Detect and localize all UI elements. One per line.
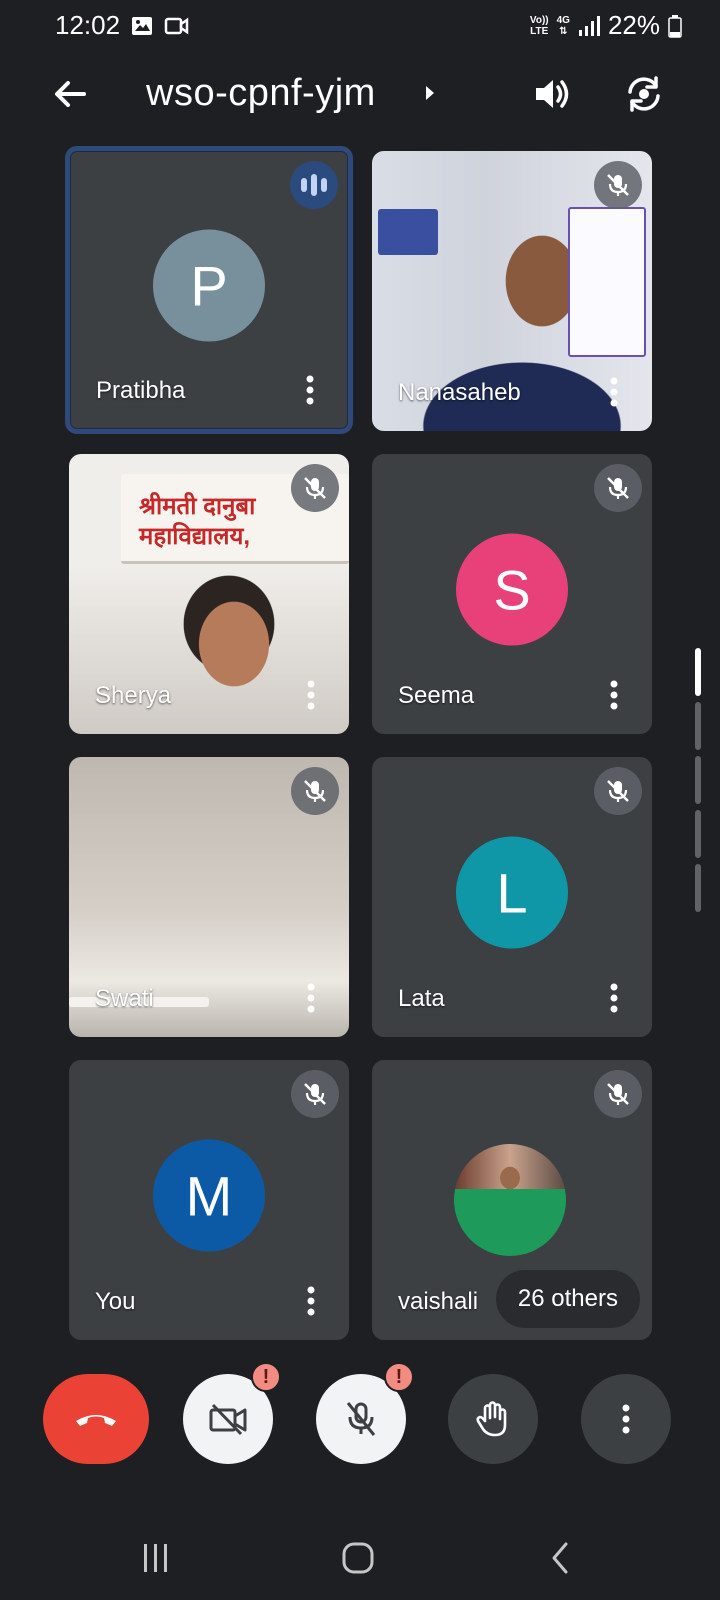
wall-poster (378, 209, 438, 255)
signal-icon (578, 15, 600, 36)
participant-name: Sherya (95, 682, 172, 709)
mic-off-icon (291, 1070, 339, 1118)
network-gen-indicator: 4G ⇅ (556, 14, 570, 37)
scroll-segment (695, 702, 701, 750)
hand-icon (476, 1401, 507, 1437)
participant-tile-lata[interactable]: L Lata (372, 757, 652, 1037)
mic-off-icon (346, 1402, 376, 1436)
warning-badge: ! (251, 1362, 281, 1392)
participant-tile-seema[interactable]: S Seema (372, 454, 652, 734)
mic-off-icon (291, 767, 339, 815)
others-count-button[interactable]: 26 others (495, 1270, 640, 1328)
more-vert-icon[interactable] (300, 373, 320, 407)
scroll-segment (695, 864, 701, 912)
speaking-indicator-icon (290, 161, 338, 209)
meeting-top-bar: wso-cpnf-yjm (0, 60, 720, 130)
more-vert-icon[interactable] (604, 981, 624, 1015)
scroll-segment (695, 756, 701, 804)
participant-name: Seema (398, 682, 475, 709)
avatar: L (456, 836, 568, 949)
avatar: P (153, 229, 265, 342)
mic-off-icon (594, 767, 642, 815)
mic-off-icon (594, 161, 642, 209)
battery-percent: 22% (607, 10, 660, 40)
mic-off-icon (594, 464, 642, 512)
status-time: 12:02 (55, 10, 121, 40)
audio-output-button[interactable] (530, 72, 574, 116)
recent-apps-icon[interactable] (141, 1542, 171, 1574)
battery-icon (668, 14, 682, 38)
more-vert-icon[interactable] (604, 375, 624, 409)
participant-name: You (95, 1288, 136, 1315)
system-nav-bar (0, 1516, 720, 1600)
scroll-segment-active (695, 648, 701, 696)
arrow-left-icon (55, 81, 86, 107)
back-button[interactable] (48, 72, 92, 116)
videocam-off-icon (209, 1403, 247, 1436)
more-vert-icon (622, 1404, 630, 1434)
speaker-icon (536, 80, 569, 108)
raise-hand-button[interactable] (448, 1374, 538, 1464)
more-vert-icon[interactable] (301, 1284, 321, 1318)
avatar: S (456, 533, 568, 646)
end-call-button[interactable] (43, 1374, 149, 1464)
participant-tile-sherya[interactable]: श्रीमती दानुबा महाविद्यालय, Sherya (69, 454, 349, 734)
participant-name: Nanasaheb (398, 379, 521, 406)
more-vert-icon[interactable] (604, 678, 624, 712)
video-recorder-icon (164, 17, 189, 35)
mic-off-icon (291, 464, 339, 512)
home-icon[interactable] (340, 1540, 376, 1576)
more-vert-icon[interactable] (301, 678, 321, 712)
camera-toggle-button[interactable]: ! (183, 1362, 281, 1464)
participant-tile-pratibha[interactable]: P Pratibha (65, 146, 353, 434)
call-end-icon (76, 1415, 116, 1426)
status-right-group: Vo)) LTE 4G ⇅ 22% (530, 10, 682, 41)
wall-chart (568, 207, 646, 357)
caret-right-icon[interactable] (423, 82, 437, 104)
mic-off-icon (594, 1070, 642, 1118)
status-notification-icons (130, 14, 190, 38)
switch-camera-button[interactable] (622, 72, 666, 116)
more-options-button[interactable] (581, 1374, 671, 1464)
avatar: M (153, 1139, 265, 1252)
avatar (454, 1144, 566, 1256)
gallery-icon (132, 17, 152, 35)
participant-tile-vaishali[interactable]: vaishali 26 others (372, 1060, 652, 1340)
mic-toggle-button[interactable]: ! (316, 1362, 414, 1464)
scroll-segment (695, 810, 701, 858)
participant-tile-self[interactable]: M You (69, 1060, 349, 1340)
meeting-code-title[interactable]: wso-cpnf-yjm (146, 72, 376, 115)
status-bar: 12:02 Vo)) LTE 4G ⇅ 22% (0, 0, 720, 52)
participant-tile-nanasaheb[interactable]: Nanasaheb (372, 151, 652, 431)
participant-name: vaishali (398, 1288, 479, 1315)
participant-name: Pratibha (96, 377, 186, 404)
camera-flip-icon (628, 76, 660, 112)
volte-indicator: Vo)) LTE (529, 14, 549, 37)
participant-tile-swati[interactable]: Swati (69, 757, 349, 1037)
back-nav-icon[interactable] (548, 1540, 572, 1576)
more-vert-icon[interactable] (301, 981, 321, 1015)
warning-badge: ! (384, 1362, 414, 1392)
participant-name: Swati (95, 985, 154, 1012)
participant-name: Lata (398, 985, 445, 1012)
